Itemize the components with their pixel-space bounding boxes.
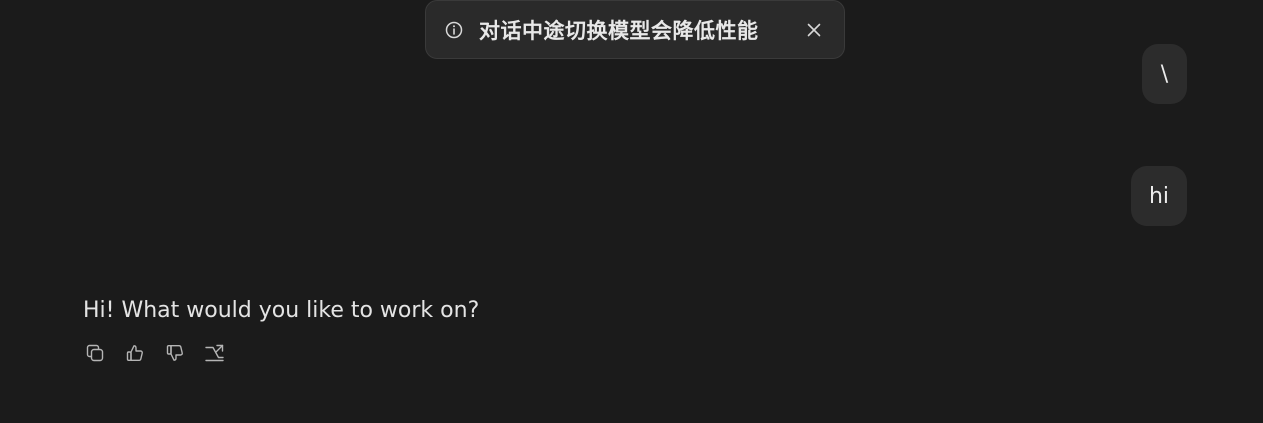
thumbs-up-icon: [126, 345, 143, 362]
user-message-text: \: [1160, 61, 1169, 87]
chat-page: 对话中途切换模型会降低性能 \ hi Hi! What would you li…: [0, 0, 1263, 423]
info-icon: [444, 20, 464, 40]
share-icon: [205, 344, 224, 362]
user-message-text: hi: [1148, 183, 1170, 209]
user-message: hi: [1131, 166, 1187, 226]
toast-message: 对话中途切换模型会降低性能: [479, 18, 759, 43]
share-button[interactable]: [204, 341, 226, 365]
copy-icon: [86, 344, 104, 362]
close-toast-button[interactable]: [802, 18, 826, 42]
copy-button[interactable]: [84, 341, 106, 365]
thumbs-down-button[interactable]: [164, 341, 186, 365]
thumbs-down-icon: [166, 345, 183, 361]
assistant-message: Hi! What would you like to work on?: [83, 298, 480, 323]
model-switch-toast: 对话中途切换模型会降低性能: [425, 0, 845, 59]
user-message: \: [1142, 44, 1187, 104]
message-actions: [84, 341, 226, 365]
close-icon: [807, 23, 821, 36]
thumbs-up-button[interactable]: [124, 341, 146, 365]
